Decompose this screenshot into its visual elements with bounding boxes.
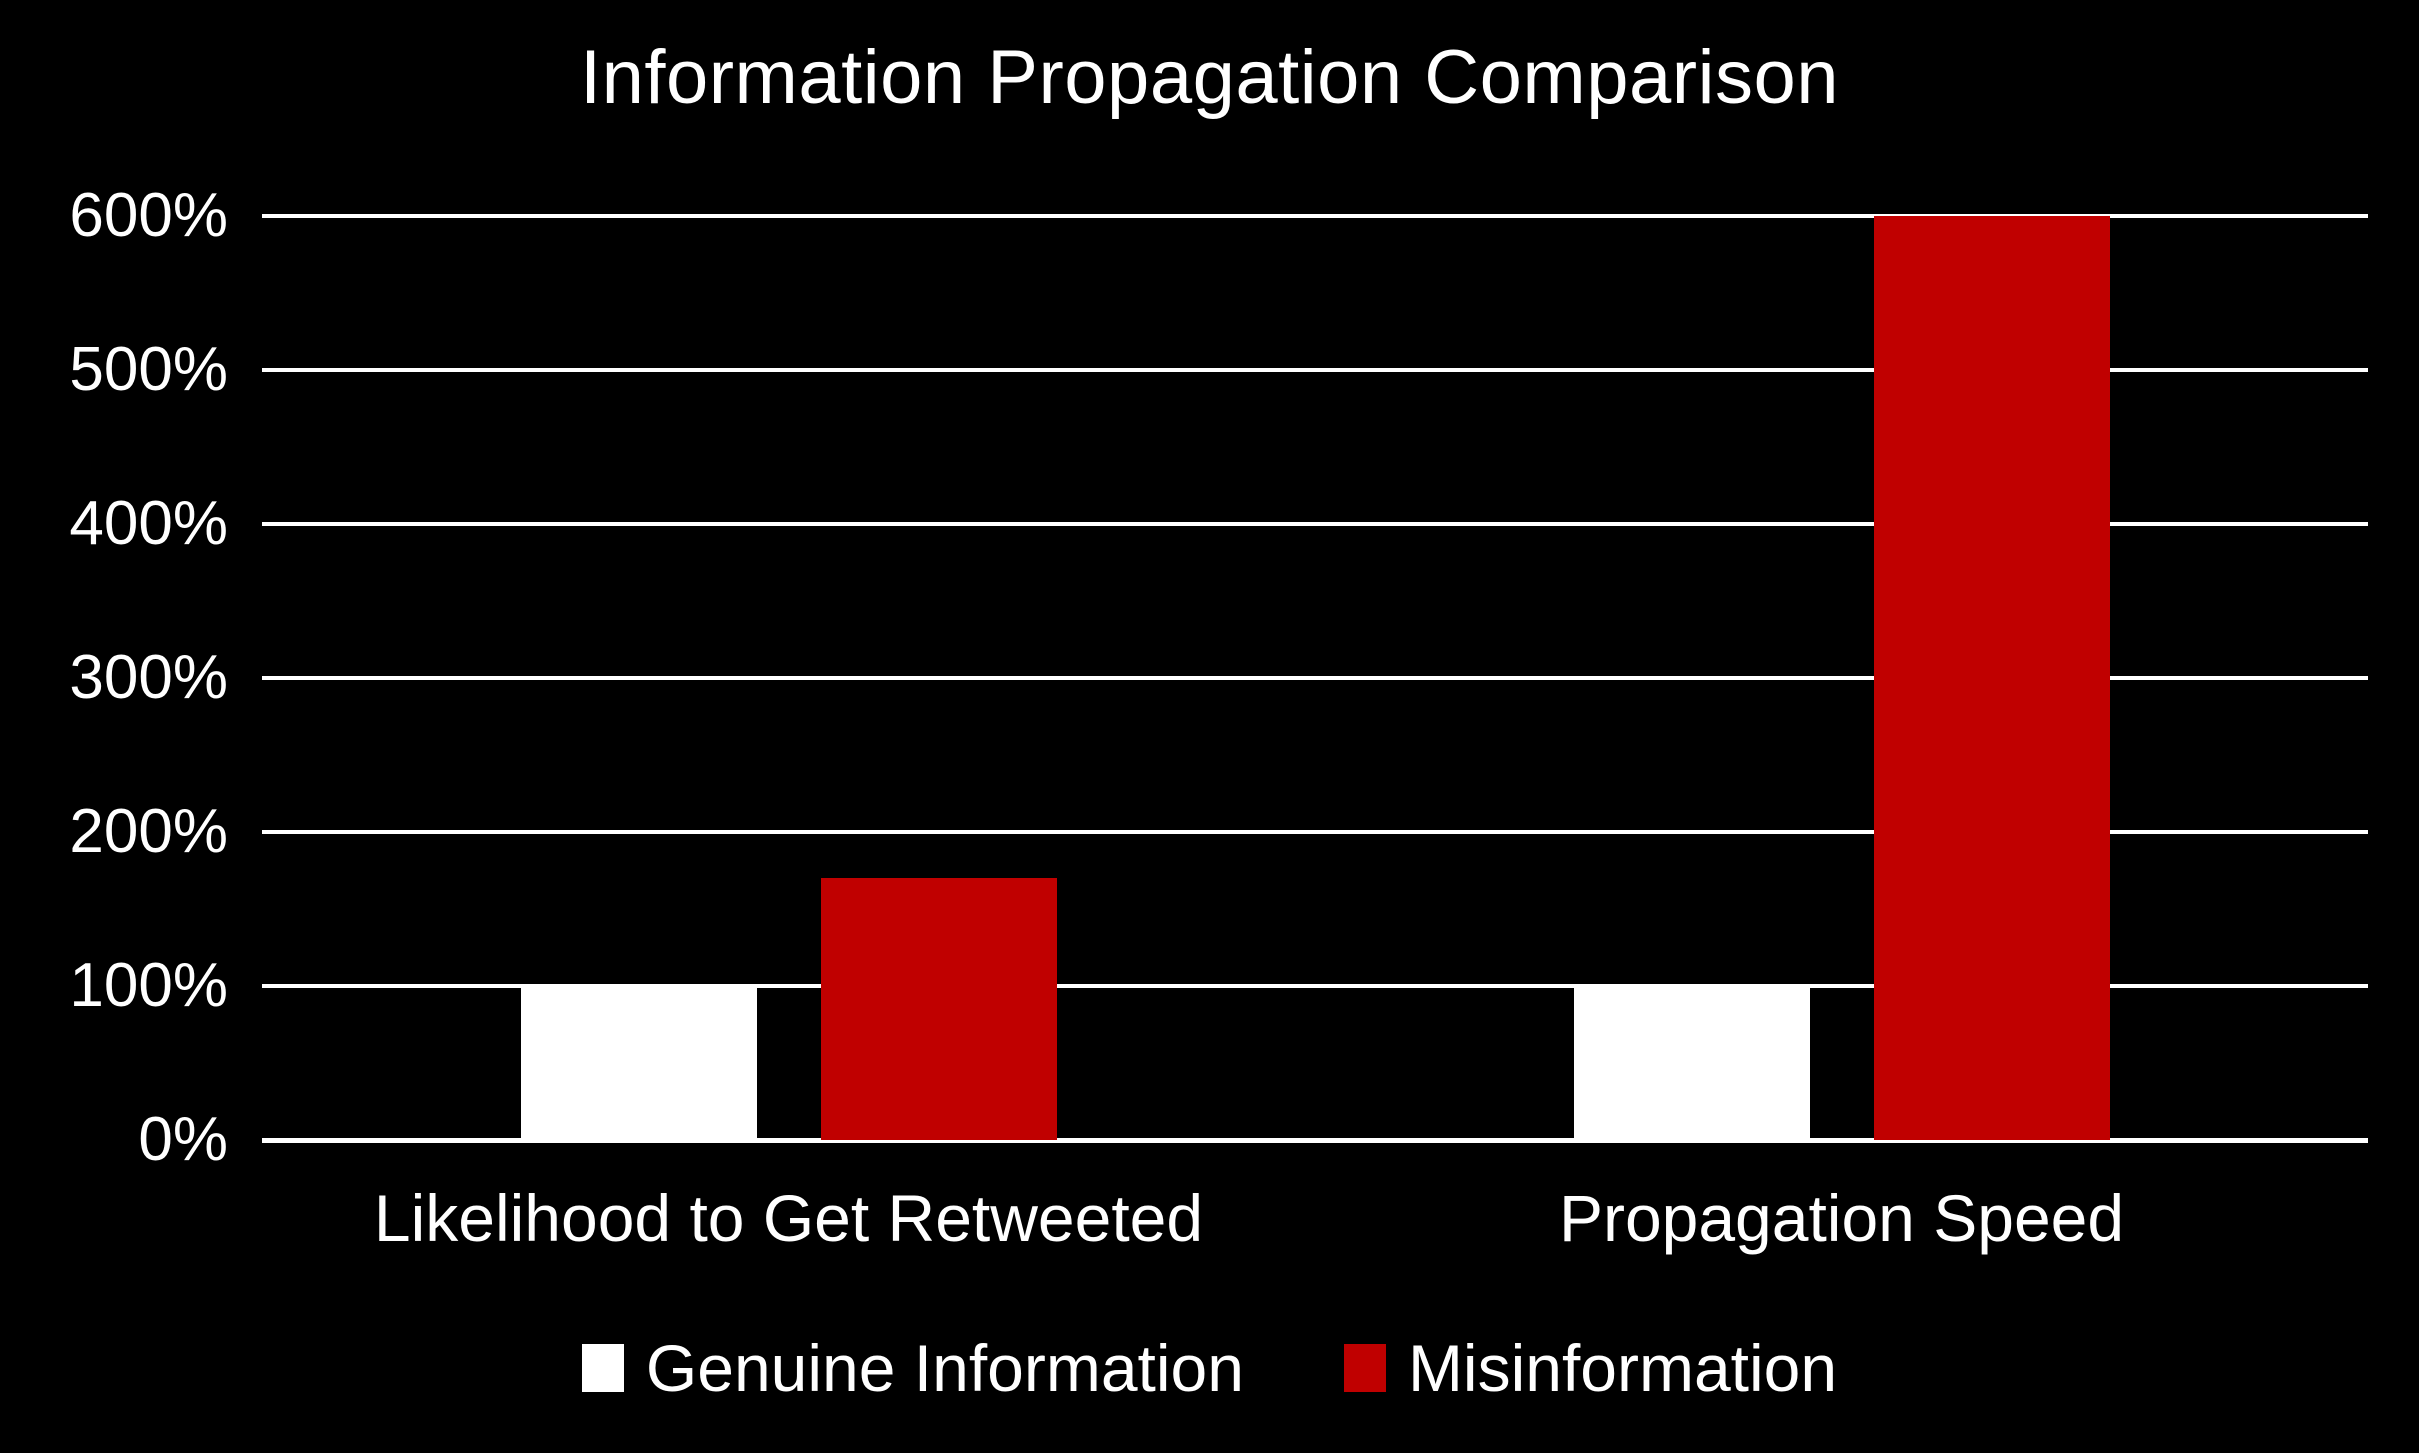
bar-misinfo-0[interactable] xyxy=(820,878,1057,1140)
legend-swatch-misinfo-icon xyxy=(1343,1344,1386,1392)
y-axis-tick-label: 500% xyxy=(69,335,228,404)
y-axis-tick-label: 0% xyxy=(138,1105,228,1174)
y-axis-tick-label: 600% xyxy=(69,181,228,250)
x-axis-category-labels: Likelihood to Get Retweeted Propagation S… xyxy=(262,1168,2368,1278)
legend-swatch-genuine-icon xyxy=(581,1344,624,1392)
y-axis-tick-label: 300% xyxy=(69,643,228,712)
legend-entry-genuine[interactable]: Genuine Information xyxy=(581,1331,1244,1405)
bar-genuine-0[interactable] xyxy=(520,986,757,1140)
bar-chart: Information Propagation Comparison 0% 100… xyxy=(0,0,2419,1453)
y-axis-tick-label: 400% xyxy=(69,489,228,558)
y-axis-tick-labels: 0% 100% 200% 300% 400% 500% 600% xyxy=(0,185,246,1171)
y-axis-tick-label: 100% xyxy=(69,951,228,1020)
legend-entry-misinfo[interactable]: Misinformation xyxy=(1343,1331,1838,1405)
legend-label: Misinformation xyxy=(1407,1331,1838,1405)
bar-genuine-1[interactable] xyxy=(1573,986,1810,1140)
bar-misinfo-1[interactable] xyxy=(1873,216,2110,1140)
chart-title: Information Propagation Comparison xyxy=(579,35,1839,120)
y-axis-tick-label: 200% xyxy=(69,797,228,866)
plot-area xyxy=(262,214,2368,1143)
chart-legend: Genuine Information Misinformation xyxy=(0,1318,2419,1418)
x-axis-category-label: Likelihood to Get Retweeted xyxy=(373,1181,1204,1255)
x-axis-category-label: Propagation Speed xyxy=(1558,1181,2125,1255)
legend-label: Genuine Information xyxy=(645,1331,1244,1405)
